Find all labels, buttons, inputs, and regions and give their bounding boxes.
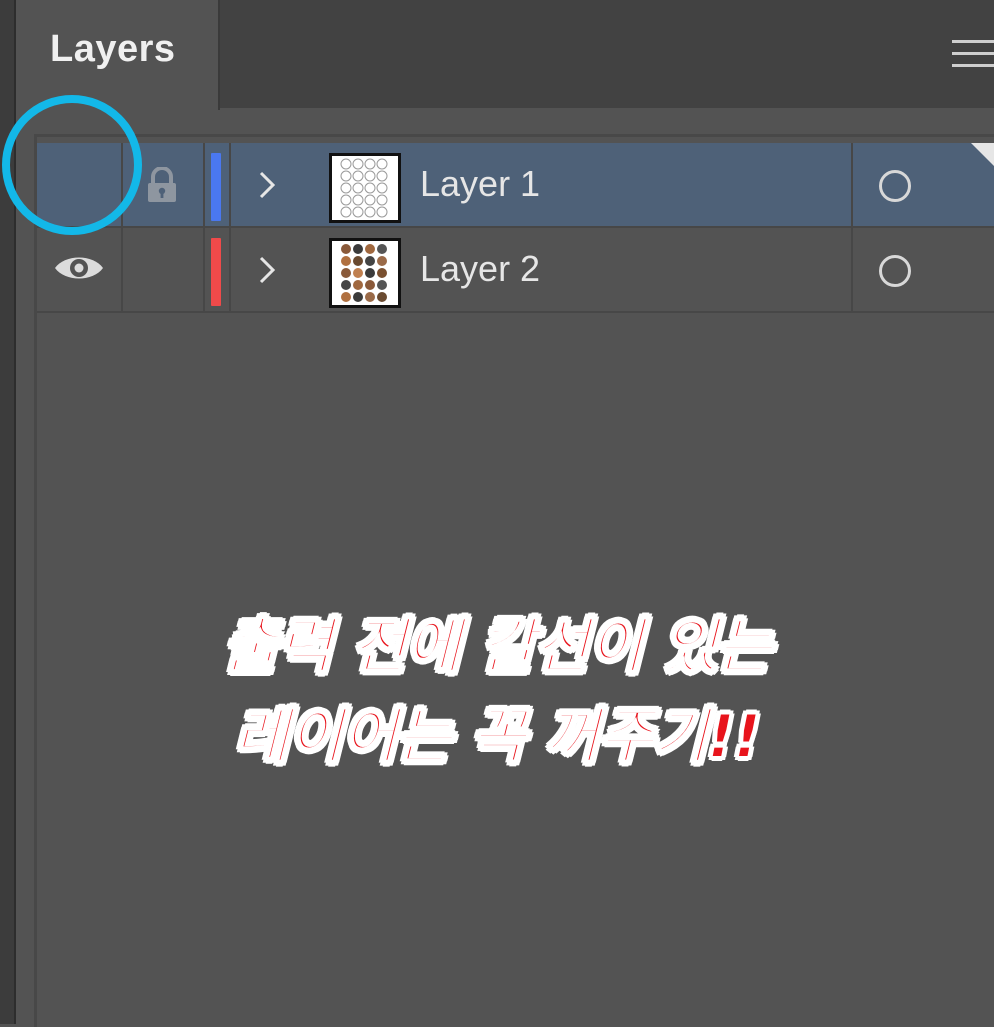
target-circle-icon[interactable] (879, 170, 911, 202)
layers-list: Layer 1 Layer 2 (34, 134, 994, 1027)
layer-name[interactable]: Layer 1 (420, 163, 540, 205)
lock-icon[interactable] (145, 166, 179, 208)
selection-corner-indicator (971, 143, 994, 169)
layer-thumbnail (329, 238, 401, 308)
layer-row-1[interactable]: Layer 1 (37, 143, 994, 228)
layer-color-swatch (211, 238, 221, 306)
tab-layers[interactable]: Layers (16, 0, 220, 110)
target-circle-icon[interactable] (879, 255, 911, 287)
layer-color-swatch (211, 153, 221, 221)
annotation-highlight-ring (2, 95, 142, 235)
panel-menu-icon[interactable] (952, 40, 994, 70)
chevron-right-icon[interactable] (255, 169, 279, 206)
layer-thumbnail (329, 153, 401, 223)
layer-name[interactable]: Layer 2 (420, 248, 540, 290)
annotation-caption-line2: 레이어는 꼭 꺼주기!! (233, 701, 762, 773)
eye-icon[interactable] (53, 250, 105, 291)
annotation-caption-line1: 출력 전에 칼선이 있는 (222, 611, 772, 683)
chevron-right-icon[interactable] (255, 254, 279, 291)
tab-layers-label: Layers (50, 28, 176, 70)
layer-row-2[interactable]: Layer 2 (37, 228, 994, 313)
